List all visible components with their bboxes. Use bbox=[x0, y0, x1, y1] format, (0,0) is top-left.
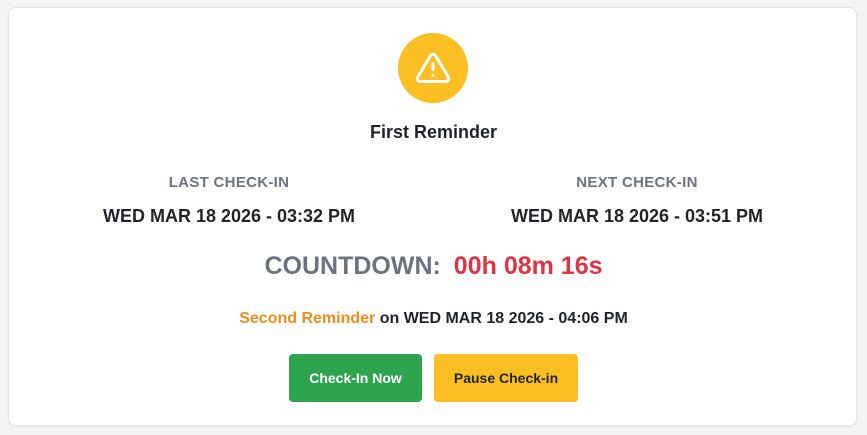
countdown-value: 00h 08m 16s bbox=[453, 252, 603, 280]
countdown: COUNTDOWN: 00h 08m 16s bbox=[9, 250, 858, 282]
pause-checkin-button[interactable]: Pause Check-in bbox=[434, 354, 578, 402]
next-checkin-label: NEXT CHECK-IN bbox=[576, 174, 698, 191]
next-reminder-time: on WED MAR 18 2026 - 04:06 PM bbox=[379, 310, 628, 327]
next-checkin-block: NEXT CHECK-IN WED MAR 18 2026 - 03:51 PM bbox=[427, 174, 847, 227]
warning-badge bbox=[398, 33, 468, 103]
countdown-label: COUNTDOWN: bbox=[264, 252, 441, 280]
checkin-card: First Reminder LAST CHECK-IN WED MAR 18 … bbox=[8, 7, 857, 426]
next-checkin-value: WED MAR 18 2026 - 03:51 PM bbox=[510, 206, 764, 226]
next-reminder-name: Second Reminder bbox=[239, 310, 376, 327]
action-buttons: Check-In Now Pause Check-in bbox=[9, 354, 858, 402]
reminder-title: First Reminder bbox=[369, 122, 498, 142]
last-checkin-label: LAST CHECK-IN bbox=[168, 174, 290, 191]
last-checkin-value: WED MAR 18 2026 - 03:32 PM bbox=[102, 206, 356, 226]
last-checkin-block: LAST CHECK-IN WED MAR 18 2026 - 03:32 PM bbox=[19, 174, 439, 227]
checkin-now-button[interactable]: Check-In Now bbox=[289, 354, 422, 402]
warning-triangle-icon bbox=[415, 50, 451, 86]
next-reminder-line: Second Reminder on WED MAR 18 2026 - 04:… bbox=[9, 308, 858, 330]
